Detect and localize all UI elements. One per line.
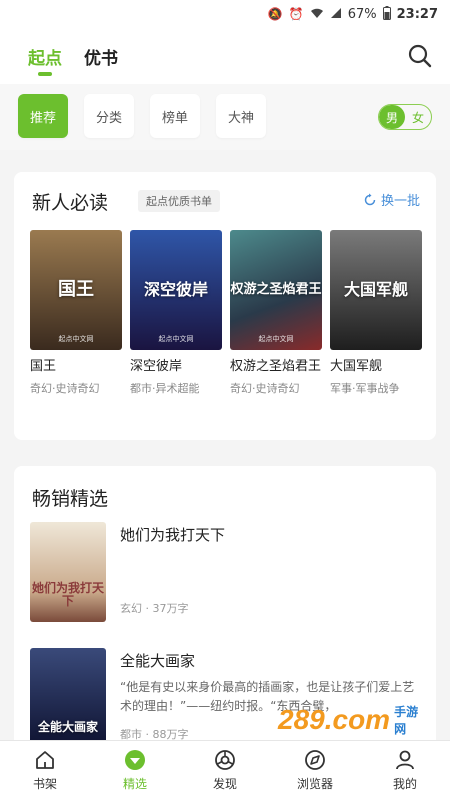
mute-icon: 🔕 — [267, 7, 283, 21]
book-title[interactable]: 权游之圣焰君王 — [230, 358, 322, 376]
book-title[interactable]: 全能大画家 — [120, 650, 195, 671]
book-meta: 奇幻·史诗奇幻 — [230, 382, 300, 396]
nav-label: 发现 — [212, 777, 237, 791]
nav-label: 书架 — [32, 777, 57, 791]
newbie-section: 新人必读 起点优质书单 换一批 国王 起点中文网 国王 奇幻·史诗奇幻 深空彼岸… — [14, 172, 436, 440]
clock-time: 23:27 — [396, 6, 438, 22]
book-cover[interactable]: 全能大画家 — [30, 648, 106, 748]
discover-icon — [215, 750, 235, 770]
filter-chip-ranking[interactable]: 榜单 — [150, 94, 200, 138]
search-icon — [408, 44, 432, 68]
book-title[interactable]: 她们为我打天下 — [120, 524, 225, 545]
book-cover[interactable]: 国王 起点中文网 — [30, 230, 122, 350]
book-cover[interactable]: 大国军舰 — [330, 230, 422, 350]
book-cover[interactable]: 她们为我打天下 — [30, 522, 106, 622]
cover-publisher: 起点中文网 — [58, 335, 94, 343]
filter-chip-masters[interactable]: 大神 — [216, 94, 266, 138]
tab-youshu[interactable]: 优书 — [84, 44, 118, 69]
status-bar: 🔕 ⏰ 67% 23:27 — [0, 0, 450, 28]
cover-title: 她们为我打天下 — [31, 580, 104, 608]
browser-icon — [305, 750, 325, 770]
filter-chip-recommend[interactable]: 推荐 — [18, 94, 68, 138]
book-title[interactable]: 大国军舰 — [330, 358, 422, 376]
profile-icon — [396, 750, 414, 770]
cover-title: 大国军舰 — [343, 280, 408, 300]
top-navigation: 起点 优书 — [0, 28, 450, 84]
tab-qidian[interactable]: 起点 — [28, 44, 62, 69]
nav-discover[interactable]: 发现 — [180, 741, 270, 800]
bottom-navigation: 书架 精选 发现 浏览器 我的 — [0, 740, 450, 800]
gender-male-option[interactable]: 男 — [379, 105, 405, 129]
refresh-label: 换一批 — [380, 194, 420, 209]
nav-label: 精选 — [122, 777, 147, 791]
bookshelf-icon — [36, 751, 54, 769]
section-title: 畅销精选 — [32, 488, 109, 510]
book-title[interactable]: 深空彼岸 — [130, 358, 222, 376]
gender-toggle[interactable]: 男 女 — [378, 104, 432, 130]
book-meta: 玄幻 · 37万字 — [120, 602, 189, 615]
signal-icon — [330, 7, 342, 22]
book-card[interactable]: 大国军舰 大国军舰 军事·军事战争 — [330, 230, 422, 396]
filter-bar: 推荐 分类 榜单 大神 男 女 — [0, 84, 450, 150]
site-watermark: 289.com 手游网 — [278, 700, 428, 740]
search-button[interactable] — [406, 42, 434, 70]
book-card[interactable]: 国王 起点中文网 国王 奇幻·史诗奇幻 — [30, 230, 122, 396]
book-row: 国王 起点中文网 国王 奇幻·史诗奇幻 深空彼岸 起点中文网 深空彼岸 都市·异… — [30, 230, 422, 396]
nav-label: 我的 — [392, 777, 417, 791]
gender-female-option[interactable]: 女 — [405, 105, 431, 129]
watermark-tagline: 手游网 — [394, 705, 419, 736]
cover-publisher: 起点中文网 — [258, 335, 294, 343]
book-meta: 奇幻·史诗奇幻 — [30, 382, 100, 396]
active-tab-indicator — [38, 72, 52, 76]
list-item[interactable]: 她们为我打天下 她们为我打天下 玄幻 · 37万字 — [30, 522, 422, 622]
nav-profile[interactable]: 我的 — [360, 741, 450, 800]
book-cover[interactable]: 权游之圣焰君王 起点中文网 — [230, 230, 322, 350]
nav-browser[interactable]: 浏览器 — [270, 741, 360, 800]
battery-percent: 67% — [347, 6, 377, 22]
cover-title: 权游之圣焰君王 — [230, 281, 322, 297]
refresh-button[interactable]: 换一批 — [363, 190, 420, 209]
book-card[interactable]: 深空彼岸 起点中文网 深空彼岸 都市·异术超能 — [130, 230, 222, 396]
watermark-logo: 289.com — [278, 704, 391, 735]
book-meta: 军事·军事战争 — [330, 382, 400, 396]
wifi-icon — [310, 7, 324, 22]
cover-title: 深空彼岸 — [143, 280, 208, 300]
filter-chip-category[interactable]: 分类 — [84, 94, 134, 138]
nav-bookshelf[interactable]: 书架 — [0, 741, 90, 800]
book-card[interactable]: 权游之圣焰君王 起点中文网 权游之圣焰君王 奇幻·史诗奇幻 — [230, 230, 322, 396]
nav-featured[interactable]: 精选 — [90, 741, 180, 800]
book-meta: 都市·异术超能 — [130, 382, 200, 396]
book-cover[interactable]: 深空彼岸 起点中文网 — [130, 230, 222, 350]
book-title[interactable]: 国王 — [30, 358, 122, 376]
refresh-icon — [364, 193, 376, 205]
section-title: 新人必读 — [32, 192, 109, 214]
alarm-icon: ⏰ — [288, 7, 304, 21]
battery-icon — [382, 5, 391, 23]
featured-icon — [125, 750, 145, 770]
cover-publisher: 起点中文网 — [158, 335, 194, 343]
section-tagline: 起点优质书单 — [138, 190, 220, 212]
nav-label: 浏览器 — [296, 777, 333, 791]
cover-title: 国王 — [58, 279, 94, 301]
cover-title: 全能大画家 — [37, 719, 98, 734]
